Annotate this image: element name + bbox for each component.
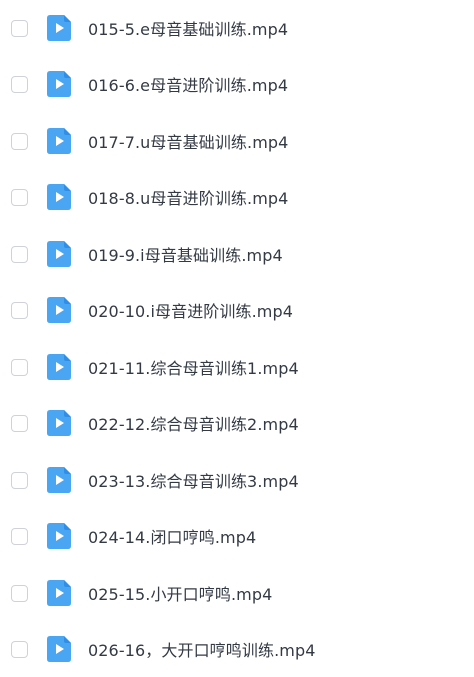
video-file-icon [47, 71, 71, 97]
file-checkbox[interactable] [11, 188, 28, 206]
file-checkbox[interactable] [11, 414, 28, 432]
file-name[interactable]: 025-15.小开口哼鸣.mp4 [88, 581, 272, 605]
file-name[interactable]: 018-8.u母音进阶训练.mp4 [88, 185, 288, 209]
file-name[interactable]: 022-12.综合母音训练2.mp4 [88, 411, 299, 435]
file-name[interactable]: 024-14.闭口哼鸣.mp4 [88, 524, 256, 548]
file-row[interactable]: 017-7.u母音基础训练.mp4 [0, 113, 474, 169]
file-name[interactable]: 016-6.e母音进阶训练.mp4 [88, 72, 288, 96]
video-file-icon [47, 636, 71, 662]
file-name[interactable]: 021-11.综合母音训练1.mp4 [88, 355, 299, 379]
file-row[interactable]: 020-10.i母音进阶训练.mp4 [0, 282, 474, 338]
video-file-icon [47, 354, 71, 380]
video-file-icon [47, 184, 71, 210]
file-name[interactable]: 026-16，大开口哼鸣训练.mp4 [88, 637, 315, 661]
file-checkbox[interactable] [11, 75, 28, 93]
video-file-icon [47, 297, 71, 323]
video-file-icon [47, 15, 71, 41]
file-row[interactable]: 023-13.综合母音训练3.mp4 [0, 452, 474, 508]
file-row[interactable]: 016-6.e母音进阶训练.mp4 [0, 56, 474, 112]
video-file-icon [47, 128, 71, 154]
file-row[interactable]: 019-9.i母音基础训练.mp4 [0, 226, 474, 282]
file-row[interactable]: 015-5.e母音基础训练.mp4 [0, 0, 474, 56]
video-file-icon [47, 410, 71, 436]
file-name[interactable]: 020-10.i母音进阶训练.mp4 [88, 298, 293, 322]
file-checkbox[interactable] [11, 584, 28, 602]
video-file-icon [47, 580, 71, 606]
file-list: 015-5.e母音基础训练.mp4 016-6.e母音进阶训练.mp4 017-… [0, 0, 474, 671]
file-checkbox[interactable] [11, 640, 28, 658]
file-checkbox[interactable] [11, 132, 28, 150]
file-checkbox[interactable] [11, 301, 28, 319]
file-row[interactable]: 022-12.综合母音训练2.mp4 [0, 395, 474, 451]
file-checkbox[interactable] [11, 527, 28, 545]
file-row[interactable]: 021-11.综合母音训练1.mp4 [0, 339, 474, 395]
video-file-icon [47, 241, 71, 267]
file-checkbox[interactable] [11, 245, 28, 263]
file-name[interactable]: 015-5.e母音基础训练.mp4 [88, 16, 288, 40]
video-file-icon [47, 523, 71, 549]
file-checkbox[interactable] [11, 358, 28, 376]
file-name[interactable]: 019-9.i母音基础训练.mp4 [88, 242, 283, 266]
file-row[interactable]: 018-8.u母音进阶训练.mp4 [0, 169, 474, 225]
file-row[interactable]: 026-16，大开口哼鸣训练.mp4 [0, 621, 474, 677]
file-name[interactable]: 023-13.综合母音训练3.mp4 [88, 468, 299, 492]
video-file-icon [47, 467, 71, 493]
file-checkbox[interactable] [11, 471, 28, 489]
file-row[interactable]: 024-14.闭口哼鸣.mp4 [0, 508, 474, 564]
file-row[interactable]: 025-15.小开口哼鸣.mp4 [0, 565, 474, 621]
file-checkbox[interactable] [11, 19, 28, 37]
file-name[interactable]: 017-7.u母音基础训练.mp4 [88, 129, 288, 153]
